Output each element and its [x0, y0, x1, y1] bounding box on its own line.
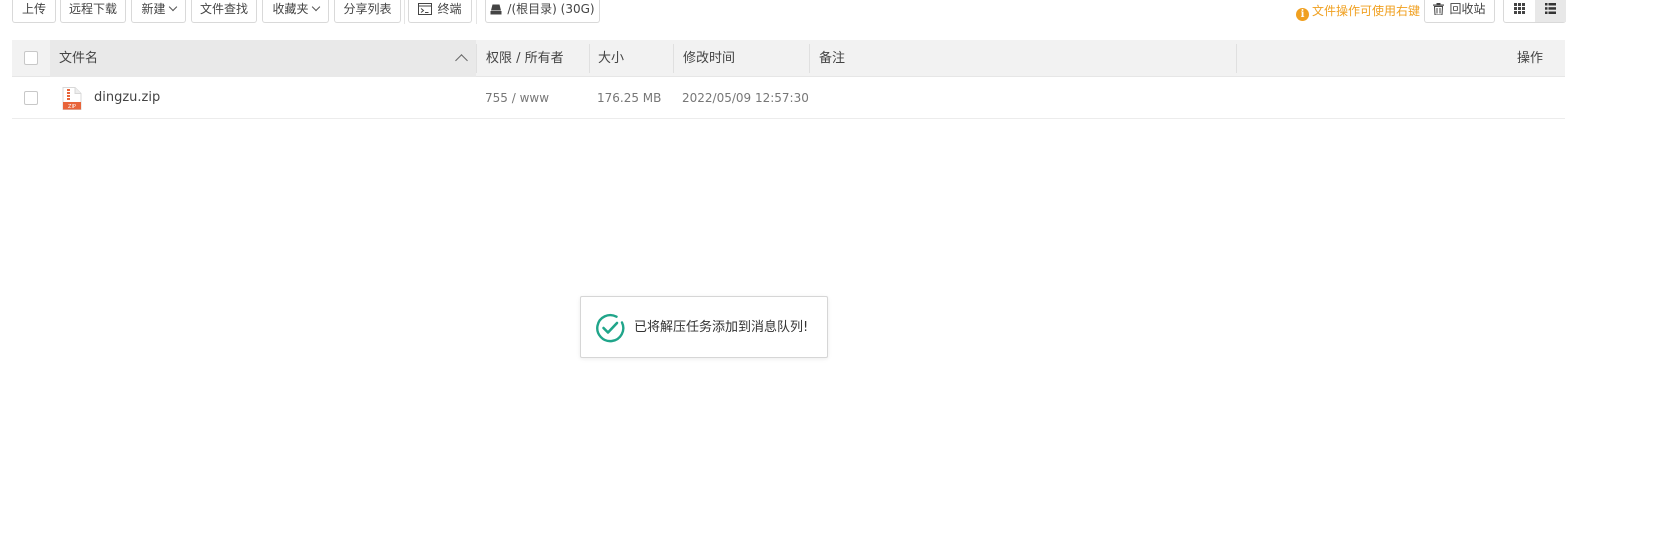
share-list-label: 分享列表 [343, 2, 392, 16]
file-permission-owner[interactable]: 755 / www [485, 78, 549, 118]
header-name: 文件名 [59, 51, 99, 66]
column-divider [589, 44, 590, 73]
file-modified-time: 2022/05/09 12:57:30 [682, 91, 809, 105]
success-toast: 已将解压任务添加到消息队列! [580, 296, 828, 358]
upload-label: 上传 [21, 2, 46, 16]
header-size[interactable]: 大小 [598, 40, 624, 77]
name-column-header[interactable] [50, 40, 476, 77]
table-row[interactable]: ZIP dingzu.zip 755 / www 176.25 MB 2022/… [12, 78, 1565, 119]
row-checkbox[interactable] [24, 91, 38, 105]
chevron-down-icon [168, 2, 177, 12]
toolbar-divider [404, 0, 405, 24]
recycle-bin-label: 回收站 [1449, 2, 1486, 16]
header-actions: 操作 [1517, 51, 1544, 66]
terminal-icon [418, 3, 433, 15]
column-divider [476, 44, 477, 73]
toolbar: 上传 远程下载 新建 文件查找 收藏夹 分享列表 终端 /(根目录) (30G)… [0, 0, 1669, 24]
remote-download-label: 远程下载 [68, 2, 117, 16]
file-size: 176.25 MB [597, 91, 662, 105]
favorites-label: 收藏夹 [272, 2, 309, 16]
right-click-tip: i 文件操作可使用右键 [1296, 3, 1420, 21]
toolbar-divider [476, 0, 477, 24]
new-dropdown-button[interactable]: 新建 [131, 0, 186, 23]
remote-download-button[interactable]: 远程下载 [60, 0, 126, 23]
share-list-button[interactable]: 分享列表 [334, 0, 401, 23]
terminal-label: 终端 [437, 2, 462, 16]
zip-icon-label: ZIP [68, 104, 76, 110]
header-remark: 备注 [819, 51, 846, 66]
disk-icon [490, 4, 502, 15]
zip-file-icon: ZIP [62, 87, 82, 110]
column-divider [809, 44, 810, 73]
grid-view-button[interactable] [1504, 0, 1535, 22]
column-divider [1236, 44, 1237, 73]
column-divider [673, 44, 674, 73]
file-search-label: 文件查找 [199, 2, 248, 16]
check-circle-icon [596, 313, 625, 343]
file-name[interactable]: dingzu.zip [94, 78, 160, 118]
new-label: 新建 [141, 2, 166, 16]
header-modified-time[interactable]: 修改时间 [683, 40, 735, 77]
list-view-icon [1545, 2, 1556, 14]
info-icon: i [1296, 8, 1309, 21]
tip-text: 文件操作可使用右键 [1312, 4, 1421, 18]
favorites-dropdown-button[interactable]: 收藏夹 [262, 0, 329, 23]
view-toggle [1503, 0, 1566, 23]
upload-button[interactable]: 上传 [12, 0, 56, 23]
file-table-header: 文件名 权限 / 所有者 大小 修改时间 备注 操作 [12, 40, 1565, 77]
trash-icon [1433, 3, 1445, 16]
select-all-checkbox[interactable] [24, 51, 38, 65]
disk-label: /(根目录) (30G) [507, 2, 595, 16]
chevron-down-icon [311, 2, 320, 12]
header-permission-owner[interactable]: 权限 / 所有者 [486, 40, 564, 77]
grid-view-icon [1514, 2, 1525, 14]
file-search-button[interactable]: 文件查找 [191, 0, 257, 23]
terminal-button[interactable]: 终端 [408, 0, 472, 23]
disk-button[interactable]: /(根目录) (30G) [485, 0, 600, 23]
recycle-bin-button[interactable]: 回收站 [1424, 0, 1495, 23]
list-view-button[interactable] [1535, 0, 1566, 22]
toast-message: 已将解压任务添加到消息队列! [634, 320, 809, 335]
